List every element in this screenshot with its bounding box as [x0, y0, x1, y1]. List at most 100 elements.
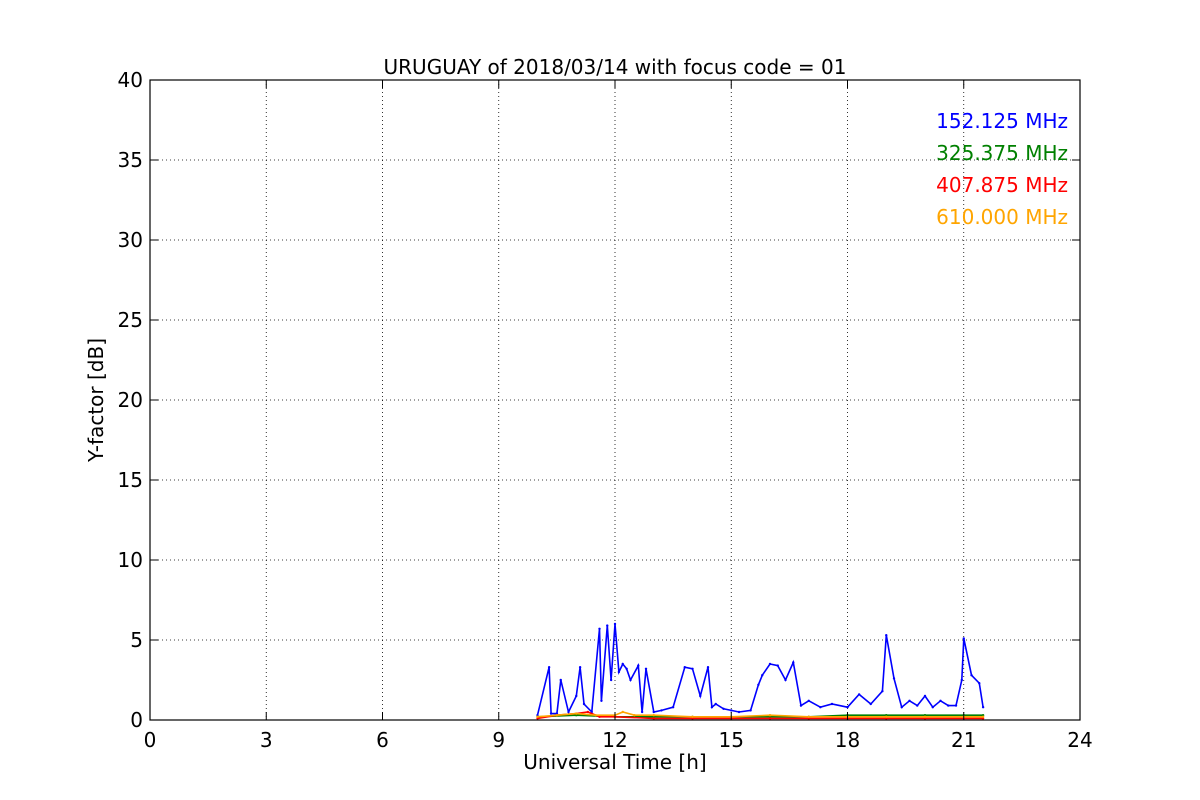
data-point [730, 709, 733, 712]
data-point [807, 715, 810, 718]
data-point [885, 715, 888, 718]
data-point [900, 706, 903, 709]
data-point [536, 715, 539, 718]
data-point [598, 627, 601, 630]
data-point [981, 706, 985, 709]
y-tick-label: 30 [118, 228, 143, 252]
legend-entry: 407.875 MHz [936, 173, 1068, 197]
data-point [830, 702, 834, 706]
x-tick-label: 9 [492, 728, 505, 752]
data-point [892, 677, 896, 680]
x-tick-label: 21 [951, 728, 976, 752]
chart: URUGUAY of 2018/03/14 with focus code = … [84, 55, 1093, 774]
legend-entry: 152.125 MHz [936, 109, 1068, 133]
data-point [578, 666, 582, 669]
data-point [947, 704, 950, 707]
data-point [923, 715, 927, 718]
data-point [819, 706, 822, 709]
y-axis-label: Y-factor [dB] [84, 338, 108, 463]
data-point [710, 706, 714, 709]
data-point [722, 707, 725, 710]
data-point [939, 699, 942, 702]
y-tick-label: 0 [130, 708, 143, 732]
data-point [962, 637, 965, 640]
data-point [699, 694, 702, 698]
data-point [714, 702, 717, 706]
x-axis-label: Universal Time [h] [523, 750, 706, 774]
data-point [621, 662, 624, 666]
y-tick-label: 10 [118, 548, 143, 572]
y-tick-label: 15 [118, 468, 143, 492]
data-point [799, 704, 803, 707]
data-point [885, 634, 888, 637]
data-point [768, 714, 772, 717]
data-point [633, 714, 636, 717]
data-point [575, 694, 578, 698]
data-point [784, 678, 787, 682]
data-point [660, 709, 663, 712]
x-tick-label: 15 [719, 728, 744, 752]
x-tick-label: 12 [602, 728, 627, 752]
x-tick-label: 24 [1067, 728, 1092, 752]
data-point [706, 666, 710, 669]
data-point [575, 712, 578, 715]
data-point [792, 661, 795, 664]
x-tick-label: 18 [835, 728, 860, 752]
data-point [970, 674, 973, 677]
data-point [609, 678, 613, 682]
legend: 152.125 MHz 325.375 MHz 407.875 MHz 610.000… [936, 109, 1068, 229]
data-point [637, 664, 640, 667]
data-point [978, 682, 981, 685]
data-point [923, 694, 927, 698]
data-point [691, 715, 694, 718]
data-point [869, 702, 872, 706]
data-point [737, 710, 741, 714]
data-point [671, 706, 675, 709]
data-point [908, 699, 911, 702]
data-point [547, 666, 551, 669]
data-point [549, 712, 553, 715]
x-tick-label: 0 [144, 728, 157, 752]
data-point [768, 717, 772, 720]
data-point [629, 678, 632, 682]
y-tick-label: 35 [118, 148, 143, 172]
series-line [536, 623, 984, 716]
data-point [644, 667, 648, 670]
y-tick-label: 40 [118, 68, 143, 92]
data-point [567, 710, 570, 714]
data-point [606, 624, 609, 627]
data-point [857, 693, 861, 696]
series-layer [536, 622, 985, 720]
data-point [960, 678, 964, 682]
data-point [981, 715, 985, 718]
data-point [691, 667, 694, 670]
data-point [776, 664, 779, 667]
data-point [594, 714, 597, 717]
data-point [954, 704, 958, 707]
x-tick-label: 6 [376, 728, 389, 752]
chart-title: URUGUAY of 2018/03/14 with focus code = … [384, 55, 847, 79]
data-point [652, 717, 655, 720]
data-point [621, 710, 624, 714]
data-point [881, 690, 884, 693]
data-point [916, 704, 919, 707]
data-point [582, 702, 586, 706]
x-tick-label: 3 [260, 728, 273, 752]
data-point [652, 714, 655, 717]
data-point [761, 674, 764, 677]
data-point [613, 622, 617, 626]
data-point [683, 666, 686, 669]
data-point [640, 710, 644, 714]
legend-entry: 610.000 MHz [936, 205, 1068, 229]
series-0 [536, 622, 985, 717]
data-point [846, 706, 849, 709]
legend-entry: 325.375 MHz [936, 141, 1068, 165]
data-point [600, 699, 603, 702]
y-tick-label: 20 [118, 388, 143, 412]
data-point [749, 709, 752, 712]
data-point [555, 714, 559, 717]
data-point [652, 710, 655, 714]
y-tick-label: 25 [118, 308, 143, 332]
data-point [586, 710, 590, 714]
data-point [617, 670, 621, 674]
